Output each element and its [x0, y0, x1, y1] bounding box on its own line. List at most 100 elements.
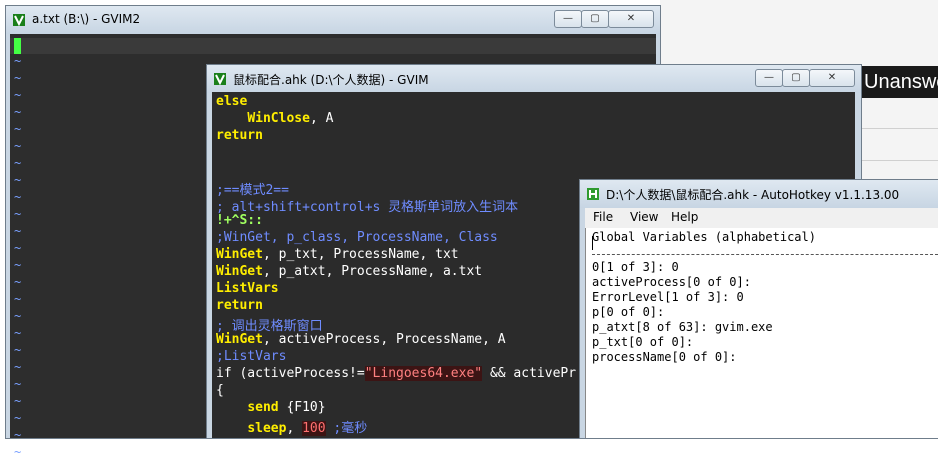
code-token: { [216, 383, 224, 398]
code-line: ListVars [216, 281, 279, 296]
variable-line: p_atxt[8 of 63]: gvim.exe [592, 320, 773, 334]
code-token: ListVars [216, 281, 279, 296]
variable-line: processName[0 of 0]: [592, 350, 737, 364]
code-line: if (activeProcess!="Lingoes64.exe" && ac… [216, 366, 576, 381]
code-token: , activeProcess, ProcessName, A [262, 332, 506, 347]
empty-line-tilde: ~ [14, 224, 22, 238]
menu-bar: File View Help [585, 208, 938, 228]
window-title: 鼠标配合.ahk (D:\个人数据) - GVIM [233, 73, 429, 87]
empty-line-tilde: ~ [14, 411, 22, 425]
code-token: {F10} [278, 400, 326, 415]
code-line: ;ListVars [216, 349, 286, 364]
gvim-icon [13, 14, 25, 27]
variable-line: p_txt[0 of 0]: [592, 335, 694, 349]
variable-line: activeProcess[0 of 0]: [592, 275, 751, 289]
empty-line-tilde: ~ [14, 445, 22, 459]
code-token: "Lingoes64.exe" [364, 366, 483, 381]
code-line: { [216, 383, 224, 398]
code-token: send [247, 400, 279, 415]
empty-line-tilde: ~ [14, 377, 22, 391]
empty-line-tilde: ~ [14, 71, 22, 85]
empty-line-tilde: ~ [14, 54, 22, 68]
code-line: return [216, 298, 263, 313]
window-title: D:\个人数据\鼠标配合.ahk - AutoHotkey v1.1.13.00 [606, 188, 900, 202]
text-cursor [14, 38, 21, 54]
code-token: !+^S:: [216, 213, 263, 228]
code-token: ;WinGet, p_class, ProcessName, Class [216, 230, 498, 245]
empty-line-tilde: ~ [14, 309, 22, 323]
autohotkey-window[interactable]: D:\个人数据\鼠标配合.ahk - AutoHotkey v1.1.13.00… [580, 180, 938, 438]
title-bar[interactable]: a.txt (B:\) - GVIM2 — ▢ ✕ [6, 6, 660, 34]
gvim-icon [214, 73, 226, 86]
empty-line-tilde: ~ [14, 190, 22, 204]
code-line: else [216, 94, 247, 109]
separator [592, 254, 938, 255]
code-token: else [216, 94, 248, 109]
code-token: return [216, 128, 263, 143]
window-title: a.txt (B:\) - GVIM2 [32, 12, 141, 26]
code-token: 100 [302, 421, 326, 436]
maximize-button[interactable]: ▢ [581, 10, 609, 28]
empty-line-tilde: ~ [14, 326, 22, 340]
title-bar[interactable]: 鼠标配合.ahk (D:\个人数据) - GVIM — ▢ ✕ [207, 65, 861, 93]
code-token: ;毫秒 [325, 421, 368, 436]
code-token: , p_atxt, ProcessName, a.txt [262, 264, 483, 279]
empty-line-tilde: ~ [14, 173, 22, 187]
code-token: WinClose [247, 111, 310, 126]
code-token: , [286, 421, 303, 436]
variables-header: Global Variables (alphabetical) [592, 230, 816, 244]
code-line: !+^S:: [216, 213, 263, 228]
autohotkey-icon [587, 188, 599, 200]
code-token: WinGet [216, 264, 263, 279]
current-line [10, 38, 656, 54]
text-cursor [592, 236, 593, 250]
code-token: && activePr [482, 366, 577, 381]
menu-help[interactable]: Help [671, 210, 698, 224]
variable-line: 0[1 of 3]: 0 [592, 260, 679, 274]
empty-line-tilde: ~ [14, 360, 22, 374]
code-token: ;ListVars [216, 349, 287, 364]
empty-line-tilde: ~ [14, 241, 22, 255]
code-token: sleep [247, 421, 287, 436]
empty-line-tilde: ~ [14, 428, 22, 442]
empty-line-tilde: ~ [14, 207, 22, 221]
variable-line: ErrorLevel[1 of 3]: 0 [592, 290, 744, 304]
code-line: WinGet, activeProcess, ProcessName, A [216, 332, 506, 347]
code-token: return [216, 298, 263, 313]
code-token: WinGet [216, 247, 263, 262]
code-line: WinGet, p_atxt, ProcessName, a.txt [216, 264, 482, 279]
code-token: , p_txt, ProcessName, txt [262, 247, 459, 262]
empty-line-tilde: ~ [14, 258, 22, 272]
code-token: WinGet [216, 332, 263, 347]
variables-text[interactable]: Global Variables (alphabetical) 0[1 of 3… [585, 228, 938, 438]
menu-view[interactable]: View [630, 210, 658, 224]
code-token: , A [309, 111, 334, 126]
empty-line-tilde: ~ [14, 292, 22, 306]
close-button[interactable]: ✕ [608, 10, 654, 28]
code-line: ;WinGet, p_class, ProcessName, Class [216, 230, 498, 245]
empty-line-tilde: ~ [14, 122, 22, 136]
empty-line-tilde: ~ [14, 275, 22, 289]
minimize-button[interactable]: — [755, 69, 783, 87]
close-button[interactable]: ✕ [809, 69, 855, 87]
empty-line-tilde: ~ [14, 394, 22, 408]
minimize-button[interactable]: — [554, 10, 582, 28]
code-line: return [216, 128, 263, 143]
title-bar[interactable]: D:\个人数据\鼠标配合.ahk - AutoHotkey v1.1.13.00 [580, 180, 938, 208]
empty-line-tilde: ~ [14, 88, 22, 102]
code-line: sleep, 100 ;毫秒 [216, 417, 367, 436]
empty-line-tilde: ~ [14, 156, 22, 170]
variable-line: p[0 of 0]: [592, 305, 665, 319]
code-line: WinGet, p_txt, ProcessName, txt [216, 247, 459, 262]
code-line: WinClose, A [216, 111, 333, 126]
maximize-button[interactable]: ▢ [782, 69, 810, 87]
empty-line-tilde: ~ [14, 343, 22, 357]
code-token: if (activeProcess!= [216, 366, 365, 381]
code-line: send {F10} [216, 400, 326, 415]
background-divider [858, 128, 938, 129]
empty-line-tilde: ~ [14, 139, 22, 153]
menu-file[interactable]: File [593, 210, 613, 224]
